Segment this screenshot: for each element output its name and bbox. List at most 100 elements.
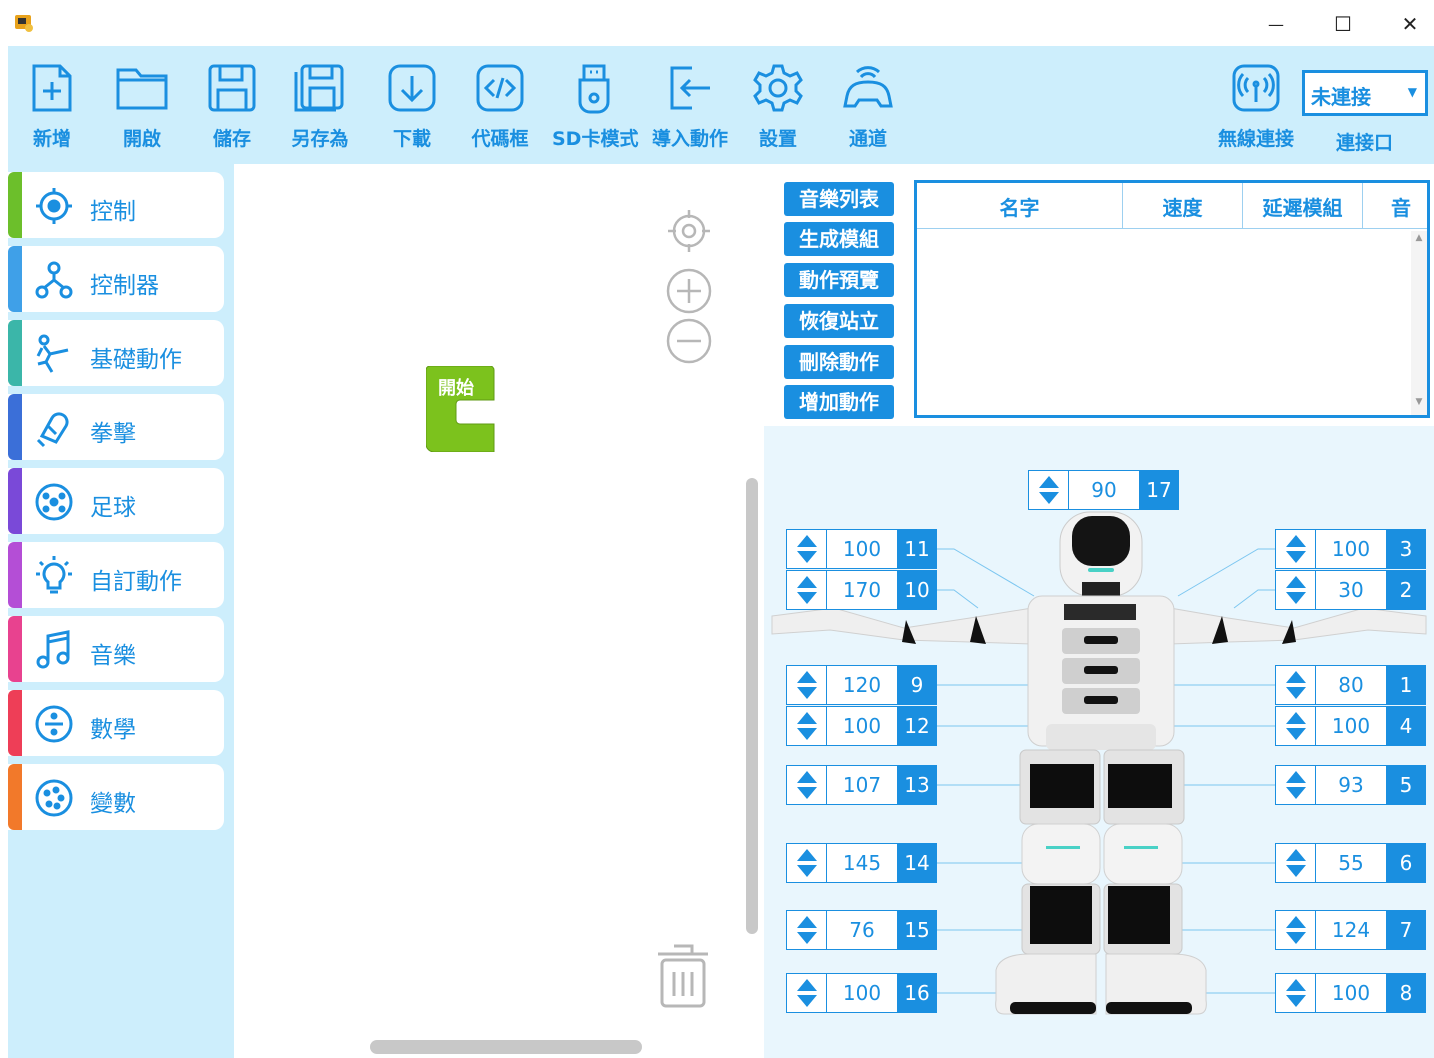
category-control[interactable]: 控制 (8, 172, 224, 238)
spin-arrows-icon[interactable] (1276, 707, 1316, 745)
servo-id: 16 (897, 973, 937, 1013)
servo-17-control[interactable]: 90 17 (1028, 470, 1179, 510)
spin-arrows-icon[interactable] (787, 571, 827, 609)
minimize-button[interactable]: — (1262, 10, 1290, 38)
import-button[interactable]: 導入動作 (648, 62, 732, 162)
servo-value[interactable]: 100 (1316, 530, 1386, 568)
servo-7-control[interactable]: 124 7 (1275, 910, 1426, 950)
servo-2-control[interactable]: 30 2 (1275, 570, 1426, 610)
spin-arrows-icon[interactable] (1276, 974, 1316, 1012)
servo-value[interactable]: 100 (827, 974, 897, 1012)
servo-1-control[interactable]: 80 1 (1275, 665, 1426, 705)
music-icon (36, 630, 70, 669)
servo-id: 4 (1386, 706, 1426, 746)
sd-card-button[interactable]: SD卡模式 (552, 62, 638, 162)
connection-select[interactable]: 未連接 ▼ (1302, 70, 1428, 116)
servo-16-control[interactable]: 100 16 (786, 973, 937, 1013)
servo-id: 1 (1386, 665, 1426, 705)
wireless-connect-button[interactable]: 無線連接 (1210, 62, 1302, 162)
zoom-out-icon[interactable] (666, 318, 712, 364)
spin-arrows-icon[interactable] (787, 530, 827, 568)
download-button[interactable]: 下載 (370, 62, 454, 162)
spin-arrows-icon[interactable] (1029, 471, 1069, 509)
gear-icon (753, 64, 803, 112)
servo-value[interactable]: 100 (827, 530, 897, 568)
servo-14-control[interactable]: 145 14 (786, 843, 937, 883)
save-button[interactable]: 儲存 (190, 62, 274, 162)
servo-10-control[interactable]: 170 10 (786, 570, 937, 610)
servo-value[interactable]: 100 (1316, 707, 1386, 745)
category-variables[interactable]: 變數 (8, 764, 224, 830)
control-icon (36, 188, 72, 224)
category-custom-actions[interactable]: 自訂動作 (8, 542, 224, 608)
category-football[interactable]: 足球 (8, 468, 224, 534)
new-label: 新增 (32, 128, 71, 150)
servo-value[interactable]: 55 (1316, 844, 1386, 882)
spin-arrows-icon[interactable] (787, 844, 827, 882)
category-math[interactable]: 數學 (8, 690, 224, 756)
maximize-button[interactable]: ☐ (1329, 10, 1357, 38)
recenter-icon[interactable] (666, 208, 712, 254)
servo-4-control[interactable]: 100 4 (1275, 706, 1426, 746)
vertical-scrollbar[interactable] (746, 478, 758, 934)
servo-6-control[interactable]: 55 6 (1275, 843, 1426, 883)
start-block[interactable]: 開始 (425, 365, 500, 453)
servo-value[interactable]: 120 (827, 666, 897, 704)
block-workspace[interactable]: 開始 (234, 164, 764, 1058)
wireless-label: 無線連接 (1217, 128, 1294, 150)
spin-arrows-icon[interactable] (1276, 571, 1316, 609)
close-button[interactable]: ✕ (1396, 10, 1424, 38)
category-basic-actions[interactable]: 基礎動作 (8, 320, 224, 386)
spin-arrows-icon[interactable] (1276, 844, 1316, 882)
spin-arrows-icon[interactable] (787, 707, 827, 745)
spin-arrows-icon[interactable] (787, 666, 827, 704)
servo-value[interactable]: 100 (1316, 974, 1386, 1012)
settings-button[interactable]: 設置 (736, 62, 820, 162)
spin-arrows-icon[interactable] (1276, 530, 1316, 568)
spin-arrows-icon[interactable] (1276, 666, 1316, 704)
servo-8-control[interactable]: 100 8 (1275, 973, 1426, 1013)
category-music[interactable]: 音樂 (8, 616, 224, 682)
servo-value[interactable]: 145 (827, 844, 897, 882)
servo-11-control[interactable]: 100 11 (786, 529, 937, 569)
servo-value[interactable]: 30 (1316, 571, 1386, 609)
spin-arrows-icon[interactable] (787, 974, 827, 1012)
servo-3-control[interactable]: 100 3 (1275, 529, 1426, 569)
category-controller[interactable]: 控制器 (8, 246, 224, 312)
servo-5-control[interactable]: 93 5 (1275, 765, 1426, 805)
servo-13-control[interactable]: 107 13 (786, 765, 937, 805)
trash-icon[interactable] (654, 942, 712, 1012)
zoom-in-icon[interactable] (666, 268, 712, 314)
spin-arrows-icon[interactable] (1276, 911, 1316, 949)
category-color-bar (8, 246, 22, 312)
variable-icon (35, 779, 73, 817)
servo-id: 17 (1139, 470, 1179, 510)
servo-value[interactable]: 107 (827, 766, 897, 804)
spin-arrows-icon[interactable] (787, 911, 827, 949)
new-button[interactable]: 新增 (10, 62, 94, 162)
servo-value[interactable]: 76 (827, 911, 897, 949)
servo-id: 12 (897, 706, 937, 746)
code-button[interactable]: 代碼框 (458, 62, 542, 162)
servo-12-control[interactable]: 100 12 (786, 706, 937, 746)
servo-value[interactable]: 93 (1316, 766, 1386, 804)
save-as-button[interactable]: 另存為 (278, 62, 362, 162)
controller-icon (35, 261, 73, 299)
channel-button[interactable]: 通道 (826, 62, 910, 162)
dropdown-arrow-icon: ▼ (1407, 85, 1417, 99)
kick-icon (36, 334, 69, 373)
servo-value[interactable]: 80 (1316, 666, 1386, 704)
servo-value[interactable]: 90 (1069, 471, 1139, 509)
servo-15-control[interactable]: 76 15 (786, 910, 937, 950)
servo-value[interactable]: 170 (827, 571, 897, 609)
open-button[interactable]: 開啟 (100, 62, 184, 162)
horizontal-scrollbar[interactable] (370, 1040, 642, 1054)
spin-arrows-icon[interactable] (787, 766, 827, 804)
servo-value[interactable]: 124 (1316, 911, 1386, 949)
servo-9-control[interactable]: 120 9 (786, 665, 937, 705)
category-label: 拳擊 (90, 421, 136, 447)
category-boxing[interactable]: 拳擊 (8, 394, 224, 460)
channel-icon (843, 66, 893, 108)
spin-arrows-icon[interactable] (1276, 766, 1316, 804)
servo-value[interactable]: 100 (827, 707, 897, 745)
